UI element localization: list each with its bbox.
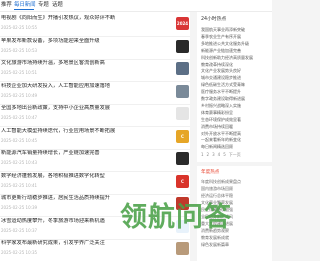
news-item-time: 2025-02-25 10:49 [1,92,38,98]
hot-item[interactable]: 生态环境保护成效显著 [201,117,271,122]
recommend-panel-title: 年度热点 [201,170,220,175]
hot-item[interactable]: 一起来看新年的新变化 [201,137,271,142]
hot-item[interactable]: 多地推进公共文化服务升级 [201,41,271,46]
panel-divider [197,162,272,166]
recommend-item[interactable]: 绿色发展新篇章 [201,242,271,247]
news-item[interactable]: 人工智能大模型持续迭代，行业应用场景不断拓展 2025-02-25 10:45 C [0,125,190,150]
top-nav: 推荐 每日新闻 专题 话题 [0,0,272,12]
hot-item[interactable]: 每日新闻精选回顾 [201,144,271,149]
page-link[interactable]: 4 [218,152,221,157]
news-item[interactable]: 科学家发布最新研究成果，引发学界广泛关注 2025-02-25 10:35 [0,237,190,261]
news-thumbnail[interactable] [176,39,189,53]
news-item[interactable]: 电视剧《向阳而生》开播引发热议，观众好评不断 2025-02-25 10:55 20… [0,12,190,37]
news-thumbnail[interactable] [176,84,189,98]
page-link[interactable]: 3 [212,152,215,157]
site-watermark: 领航问答 [120,202,232,233]
news-item-time: 2025-02-25 10:53 [1,47,38,53]
news-item-time: 2025-02-25 10:39 [1,205,38,210]
hot-item[interactable]: 数字政务建设取得新进展 [201,96,271,101]
hot-item[interactable]: 绿色低碳生活方式受青睐 [201,82,271,87]
news-item[interactable]: 新能源汽车销量持续增长，产业链加速完善 2025-02-25 10:43 [0,147,190,172]
news-item[interactable]: 全国多地出台新政策，支持中小企业高质量发展 2025-02-25 10:47 [0,102,190,127]
tab-recommend[interactable]: 推荐 [1,2,12,9]
news-thumbnail[interactable] [176,242,189,255]
tab-discussions[interactable]: 话题 [52,2,63,9]
hot-item[interactable]: 春季农业生产有序开展 [201,34,271,39]
hot-panel-title: 24小时热点 [201,17,227,22]
hot-item[interactable]: 教育改革持续深化 [201,62,271,67]
hot-item[interactable]: 科技创新助力经济高质量发展 [201,55,271,60]
news-item-title[interactable]: 电视剧《向阳而生》开播引发热议，观众好评不断 [1,15,161,22]
hot-item[interactable]: 体育赛事精彩纷呈 [201,110,271,115]
page-link[interactable]: 2 [207,152,210,157]
news-item-title[interactable]: 数字经济蓬勃发展，各地积极推进数字化转型 [1,173,161,180]
news-item-title[interactable]: 苹果发布新款设备，多项功能迎来全面升级 [1,38,161,45]
news-thumbnail[interactable] [176,152,189,165]
news-item-title[interactable]: 全国多地出台新政策，支持中小企业高质量发展 [1,105,161,112]
news-thumbnail[interactable]: C [176,174,189,188]
page-link[interactable]: 5 [223,152,226,157]
news-item[interactable]: 科技企业加大研发投入，人工智能应用加速落地 2025-02-25 10:49 [0,80,190,105]
news-item-title[interactable]: 人工智能大模型持续迭代，行业应用场景不断拓展 [1,128,161,135]
news-item-time: 2025-02-25 10:55 [1,25,38,30]
news-item-title[interactable]: 科技企业加大研发投入，人工智能应用加速落地 [1,83,161,90]
active-tab-indicator [14,9,34,11]
news-item-time: 2025-02-25 10:41 [1,182,38,188]
news-item-time: 2025-02-25 10:45 [1,137,38,143]
news-item[interactable]: 苹果发布新款设备，多项功能迎来全面升级 2025-02-25 10:53 [0,35,190,60]
news-item-time: 2025-02-25 10:51 [1,70,38,75]
news-item-title[interactable]: 新能源汽车销量持续增长，产业链加速完善 [1,150,161,157]
news-item-time: 2025-02-25 10:37 [1,227,38,233]
news-item[interactable]: 文化旅游市场持续升温，多地景区客流创新高 2025-02-25 10:51 [0,57,190,82]
hot-item[interactable]: 我国航天事业再添新突破 [201,27,271,32]
pagination: 1 2 3 4 5 下一页 [201,152,244,157]
hot-item[interactable]: 文化产业发展势头良好 [201,68,271,73]
news-item-title[interactable]: 文化旅游市场持续升温，多地景区客流创新高 [1,60,161,67]
hot-item[interactable]: 城市交通建设稳步推进 [201,75,271,80]
news-thumbnail[interactable] [176,62,189,75]
news-thumbnail[interactable]: C [176,129,189,143]
hot-item[interactable]: 对外开放水平不断提高 [201,131,271,136]
news-item-time: 2025-02-25 10:43 [1,160,38,165]
recommend-item[interactable]: 国内旅游市场回顾 [201,186,271,191]
hot-item[interactable]: 乡村振兴战略深入实施 [201,103,271,108]
news-item-title[interactable]: 科学家发布最新研究成果，引发学界广泛关注 [1,240,161,247]
hot-item[interactable]: 医疗服务水平不断提升 [201,89,271,94]
news-item[interactable]: 数字经济蓬勃发展，各地积极推进数字化转型 2025-02-25 10:41 C [0,170,190,195]
page-link[interactable]: 下一页 [229,152,241,157]
tab-daily-news[interactable]: 每日新闻 [14,2,36,9]
tab-topics[interactable]: 专题 [38,2,49,9]
page-link[interactable]: 1 [201,152,204,157]
recommend-item[interactable]: 年度科技创新成果盘点 [201,179,271,184]
news-thumbnail[interactable]: 2024 [176,17,189,30]
news-thumbnail[interactable] [176,107,189,120]
hot-item[interactable]: 消费市场持续回暖 [201,124,271,129]
hot-item[interactable]: 新能源产业链加速完善 [201,48,271,53]
news-item-time: 2025-02-25 10:47 [1,115,38,120]
news-item-time: 2025-02-25 10:35 [1,250,38,255]
